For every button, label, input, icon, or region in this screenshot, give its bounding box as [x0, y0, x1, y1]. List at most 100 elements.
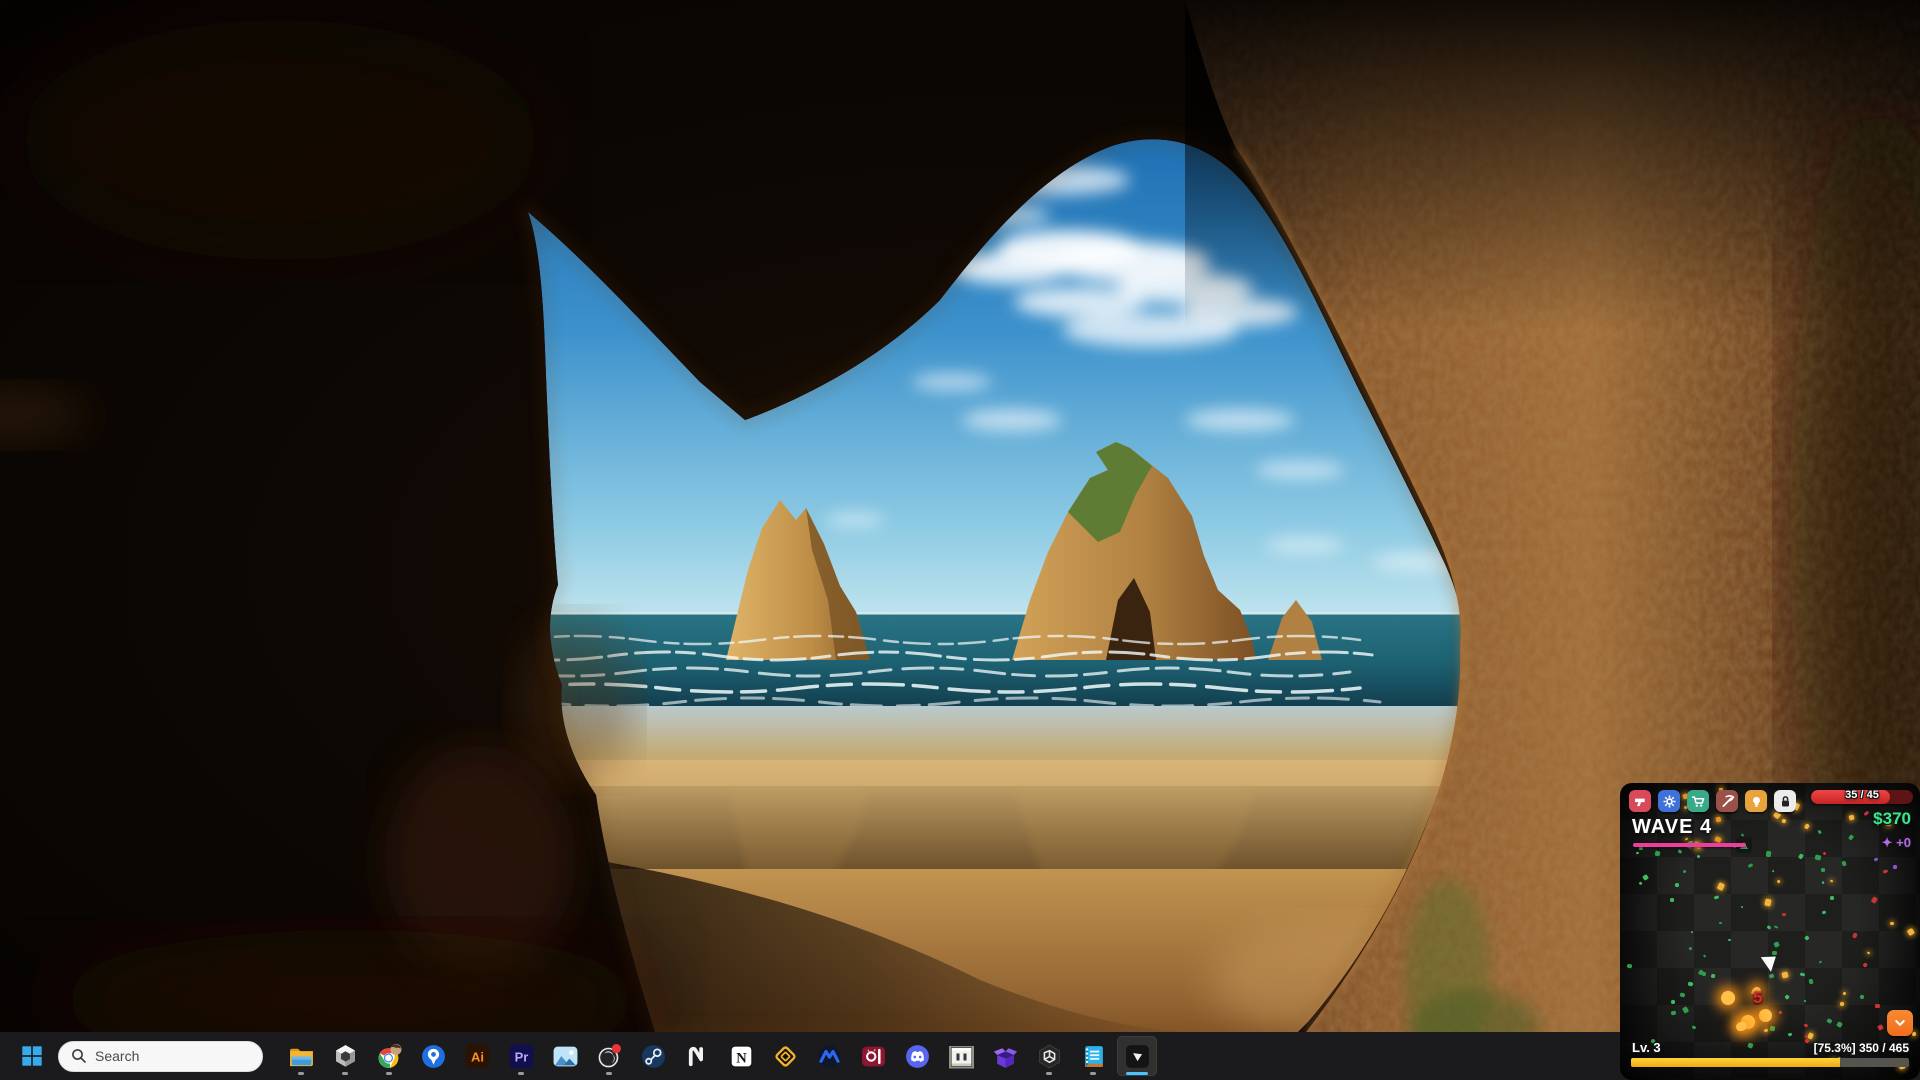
particle	[1788, 1032, 1793, 1036]
particle	[1748, 863, 1754, 868]
game-window[interactable]: 5 35 / 45 $370 ✦ +0 WAVE 4 Lv. 3 [75.3%]…	[1620, 783, 1920, 1080]
particle	[1774, 925, 1779, 929]
taskbar-icon-aseprite[interactable]	[941, 1036, 981, 1076]
taskbar-icon-diamond-app[interactable]	[765, 1036, 805, 1076]
particle	[1766, 925, 1771, 930]
obs-studio-icon	[596, 1043, 623, 1070]
particle	[1711, 974, 1716, 979]
game-cart-button[interactable]	[1687, 790, 1709, 812]
particle	[1717, 882, 1725, 890]
taskbar-icon-unity-hub[interactable]	[325, 1036, 365, 1076]
particle	[1841, 860, 1847, 866]
money-counter: $370	[1873, 809, 1911, 829]
particle	[1822, 851, 1826, 855]
particle	[1848, 834, 1855, 841]
particle	[1826, 1018, 1832, 1024]
pickaxe-icon	[1720, 794, 1735, 809]
taskbar-icon-premiere[interactable]: Pr	[501, 1036, 541, 1076]
particle	[1671, 1011, 1677, 1016]
game-gear-button[interactable]	[1658, 790, 1680, 812]
running-indicator	[342, 1072, 348, 1075]
taskbar-icon-illustrator[interactable]: Ai	[457, 1036, 497, 1076]
particle	[1772, 951, 1777, 955]
sparkle-icon: ✦	[1882, 835, 1893, 850]
particle	[1728, 938, 1731, 940]
aseprite-icon	[948, 1043, 975, 1070]
particle	[1817, 830, 1822, 835]
diamond-app-icon	[772, 1043, 799, 1070]
particle	[1875, 1004, 1880, 1008]
particle	[1784, 995, 1790, 1001]
particle	[1682, 1007, 1689, 1014]
running-indicator	[298, 1072, 304, 1075]
collapse-button[interactable]	[1887, 1010, 1913, 1036]
taskbar-icon-file-explorer[interactable]	[281, 1036, 321, 1076]
n-app-icon	[684, 1043, 711, 1070]
taskbar-icon-unity-editor[interactable]	[1029, 1036, 1069, 1076]
taskbar-icon-n-app[interactable]	[677, 1036, 717, 1076]
particle	[1907, 928, 1915, 937]
bulb-icon	[1749, 794, 1764, 809]
particle	[1798, 853, 1804, 859]
taskbar-icon-nordvpn[interactable]	[809, 1036, 849, 1076]
illustrator-icon: Ai	[464, 1043, 491, 1070]
search-icon	[71, 1048, 87, 1064]
game-lock-button[interactable]	[1774, 790, 1796, 812]
gear-icon	[1662, 794, 1677, 809]
particle	[1778, 1011, 1782, 1015]
pin-app-icon	[420, 1043, 447, 1070]
particle	[1670, 999, 1674, 1003]
taskbar-icon-survivors-game[interactable]	[1117, 1036, 1157, 1076]
particle	[1770, 1026, 1776, 1032]
weapon-icon	[1633, 794, 1648, 809]
particle	[1670, 898, 1674, 902]
chrome-icon	[376, 1043, 403, 1070]
particle	[1773, 941, 1780, 947]
search-box[interactable]	[58, 1041, 263, 1072]
particle	[1782, 913, 1786, 916]
particle	[1809, 979, 1815, 985]
taskbar-icon-discord[interactable]	[897, 1036, 937, 1076]
particle	[1836, 1021, 1843, 1028]
taskbar-icon-obs-studio[interactable]	[589, 1036, 629, 1076]
xp-bar	[1631, 1058, 1909, 1067]
particle	[1675, 883, 1679, 887]
particle	[1758, 1009, 1773, 1023]
xp-fill	[1631, 1058, 1840, 1067]
taskbar-icon-recorder-app[interactable]	[853, 1036, 893, 1076]
particle	[1782, 972, 1789, 979]
taskbar-icon-steam[interactable]	[633, 1036, 673, 1076]
particle	[1714, 895, 1719, 899]
svg-text:Ai: Ai	[471, 1049, 484, 1064]
particle	[1718, 989, 1737, 1008]
taskbar-icon-pixel-notepad[interactable]	[1073, 1036, 1113, 1076]
particle	[1873, 857, 1878, 861]
unity-hub-icon	[332, 1043, 359, 1070]
particle	[1818, 960, 1822, 964]
taskbar-icon-photos-app[interactable]	[545, 1036, 585, 1076]
particle	[1689, 946, 1693, 950]
particle	[1764, 1028, 1769, 1032]
particle	[1883, 870, 1889, 875]
particle	[1688, 981, 1694, 986]
taskbar-icon-purple-box-app[interactable]	[985, 1036, 1025, 1076]
photos-app-icon	[552, 1043, 579, 1070]
running-indicator	[1046, 1072, 1052, 1075]
game-toolbar	[1629, 790, 1796, 812]
discord-icon	[904, 1043, 931, 1070]
level-label: Lv. 3	[1632, 1040, 1661, 1055]
game-weapon-button[interactable]	[1629, 790, 1651, 812]
search-input[interactable]	[95, 1048, 235, 1064]
taskbar-icon-chrome[interactable]	[369, 1036, 409, 1076]
taskbar-icon-notion[interactable]: N	[721, 1036, 761, 1076]
particle	[1839, 1001, 1844, 1006]
particle	[1768, 973, 1774, 978]
particle	[1716, 817, 1722, 823]
particle	[1703, 954, 1707, 958]
file-explorer-icon	[288, 1043, 315, 1070]
game-bulb-button[interactable]	[1745, 790, 1767, 812]
start-button[interactable]	[12, 1036, 52, 1076]
taskbar-icon-pin-app[interactable]	[413, 1036, 453, 1076]
game-pickaxe-button[interactable]	[1716, 790, 1738, 812]
desktop: Ai Pr N 5 35 / 45 $370 ✦ +0 WAVE 4 Lv. 3 […	[0, 0, 1920, 1080]
